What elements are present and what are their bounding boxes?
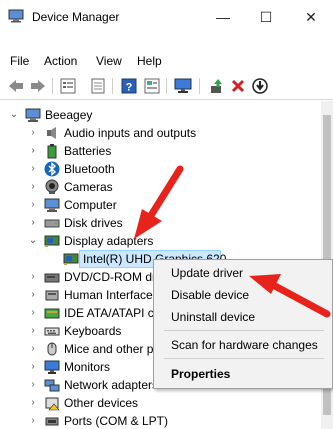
tree-item-label: Computer — [64, 198, 117, 212]
properties-menu-item[interactable]: Properties — [171, 367, 230, 381]
download-icon[interactable] — [250, 76, 270, 96]
tree-item-other-devices[interactable]: › Other devices — [0, 394, 333, 412]
tree-item-cameras[interactable]: › Cameras — [0, 178, 333, 196]
ports-icon — [45, 417, 59, 426]
toolbar-separator — [199, 78, 200, 94]
tree-root[interactable]: ⌄ Beeagey — [0, 106, 333, 124]
tree-item-label: Display adapters — [64, 234, 154, 248]
update-driver-icon[interactable] — [207, 76, 227, 96]
tree-item-label: Monitors — [64, 360, 111, 374]
disable-device-menu-item[interactable]: Disable device — [171, 288, 249, 302]
tree-item-label: Batteries — [64, 144, 112, 158]
display-adapter-icon — [44, 235, 60, 247]
details-icon[interactable] — [142, 76, 162, 96]
chevron-right-icon[interactable]: › — [27, 395, 39, 411]
chevron-right-icon[interactable]: › — [27, 143, 39, 159]
computer-root-icon — [25, 108, 41, 122]
close-button[interactable]: ✕ — [289, 0, 333, 34]
chevron-right-icon[interactable]: › — [27, 287, 39, 303]
chevron-right-icon[interactable]: › — [27, 197, 39, 213]
tree-item-label: Bluetooth — [64, 162, 115, 176]
chevron-right-icon[interactable]: › — [27, 413, 39, 429]
menu-bar: File Action View Help — [0, 52, 333, 72]
tree-item-bluetooth[interactable]: › Bluetooth — [0, 160, 333, 178]
tree-item-label: Network adapters — [64, 378, 159, 392]
menu-help[interactable]: Help — [137, 54, 162, 68]
disk-icon — [44, 219, 60, 228]
context-menu: Update driver Disable device Uninstall d… — [153, 259, 333, 389]
tree-item-label: Keyboards — [64, 324, 122, 338]
tree-item-ports[interactable]: › Ports (COM & LPT) — [0, 412, 333, 429]
maximize-button[interactable]: ☐ — [244, 0, 288, 34]
tree-root-label: Beeagey — [45, 108, 93, 122]
hid-icon — [45, 290, 59, 301]
tree-item-label: Cameras — [64, 180, 113, 194]
tree-item-batteries[interactable]: › Batteries — [0, 142, 333, 160]
menu-file[interactable]: File — [10, 54, 29, 68]
other-devices-icon — [45, 397, 60, 411]
tree-item-computer[interactable]: › Computer — [0, 196, 333, 214]
tree-item-disk-drives[interactable]: › Disk drives — [0, 214, 333, 232]
network-icon — [44, 379, 60, 392]
update-driver-menu-item[interactable]: Update driver — [171, 266, 243, 280]
tree-item-display-adapters[interactable]: ⌄ Display adapters — [0, 232, 333, 250]
ide-icon — [44, 308, 60, 319]
svg-text:?: ? — [126, 82, 133, 94]
chevron-right-icon[interactable]: › — [27, 359, 39, 375]
uninstall-device-menu-item[interactable]: Uninstall device — [171, 310, 255, 324]
tree-item-label: Ports (COM & LPT) — [64, 414, 169, 428]
chevron-right-icon[interactable]: › — [27, 323, 39, 339]
chevron-right-icon[interactable]: › — [27, 179, 39, 195]
window-title: Device Manager — [32, 10, 120, 24]
uninstall-icon[interactable] — [228, 76, 248, 96]
computer-icon — [44, 198, 60, 212]
menu-separator — [164, 330, 324, 331]
help-icon[interactable]: ? — [119, 76, 139, 96]
scan-hardware-menu-item[interactable]: Scan for hardware changes — [171, 338, 318, 352]
tree-item-audio[interactable]: › Audio inputs and outputs — [0, 124, 333, 142]
menu-action[interactable]: Action — [44, 54, 77, 68]
keyboard-icon — [44, 327, 60, 336]
chevron-down-icon[interactable]: ⌄ — [27, 233, 39, 249]
chevron-right-icon[interactable]: › — [27, 305, 39, 321]
menu-separator — [164, 358, 324, 359]
monitor-icon — [44, 360, 60, 374]
scan-icon[interactable] — [88, 76, 108, 96]
bluetooth-icon — [44, 161, 60, 177]
chevron-right-icon[interactable]: › — [27, 341, 39, 357]
chevron-right-icon[interactable]: › — [27, 269, 39, 285]
device-manager-icon — [8, 9, 24, 23]
display-adapter-icon — [63, 253, 79, 265]
toolbar-separator — [52, 78, 53, 94]
battery-icon — [47, 144, 57, 159]
chevron-down-icon[interactable]: ⌄ — [8, 107, 20, 123]
tree-item-label: Other devices — [64, 396, 139, 410]
monitor-icon[interactable] — [173, 76, 193, 96]
toolbar-separator — [166, 78, 167, 94]
minimize-button[interactable]: — — [201, 0, 245, 34]
back-icon[interactable] — [6, 76, 26, 96]
chevron-right-icon[interactable]: › — [27, 125, 39, 141]
menu-view[interactable]: View — [96, 54, 122, 68]
toolbar: ? — [0, 72, 333, 100]
dvd-icon — [44, 273, 60, 283]
chevron-right-icon[interactable]: › — [27, 377, 39, 393]
forward-icon[interactable] — [28, 76, 48, 96]
title-bar: Device Manager — ☐ ✕ — [0, 0, 333, 34]
toolbar-separator — [112, 78, 113, 94]
mouse-icon — [47, 342, 57, 356]
chevron-right-icon[interactable]: › — [27, 215, 39, 231]
properties-icon[interactable] — [58, 76, 78, 96]
camera-icon — [45, 179, 59, 194]
chevron-right-icon[interactable]: › — [27, 161, 39, 177]
tree-item-label: Audio inputs and outputs — [64, 126, 197, 140]
tree-item-label: Disk drives — [64, 216, 123, 230]
speaker-icon — [47, 127, 56, 139]
